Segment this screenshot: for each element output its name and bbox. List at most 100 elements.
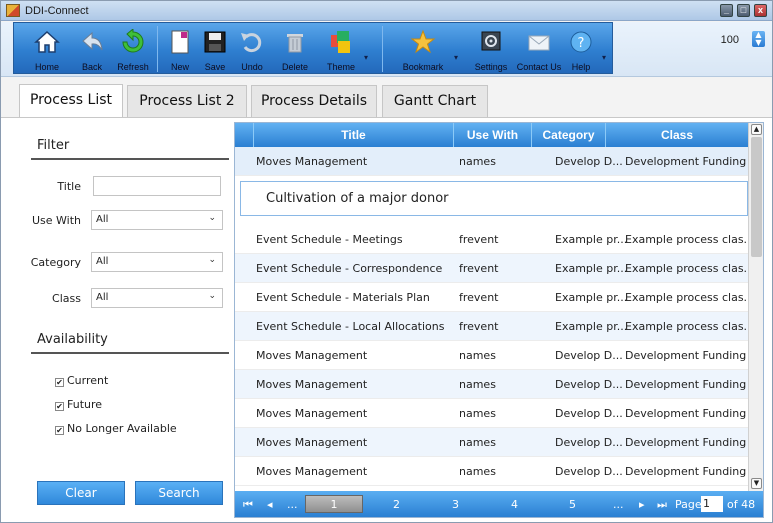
- category-label: Category: [30, 256, 81, 269]
- page-link[interactable]: 4: [511, 498, 518, 511]
- table-row[interactable]: Event Schedule - Local Allocations freven…: [235, 312, 748, 341]
- theme-dropdown-arrow[interactable]: ▾: [364, 53, 368, 62]
- table-cell: Development Funding: [625, 407, 747, 420]
- page-label: Page: [675, 498, 702, 511]
- settings-button[interactable]: Settings: [470, 23, 512, 75]
- filter-heading: Filter: [37, 138, 70, 153]
- delete-button[interactable]: Delete: [278, 23, 312, 75]
- title-bar: DDI-Connect _ □ x: [1, 1, 772, 21]
- first-page-icon[interactable]: ⏮: [243, 498, 253, 512]
- title-input[interactable]: [93, 176, 221, 196]
- table-cell: Develop D...: [555, 378, 623, 391]
- page-link[interactable]: 3: [452, 498, 459, 511]
- help-button[interactable]: ? Help: [568, 23, 594, 75]
- chevron-down-icon: ⌄: [208, 291, 216, 301]
- chevron-down-icon[interactable]: ▼: [755, 38, 761, 47]
- table-cell: Moves Management: [256, 436, 368, 449]
- table-cell: names: [459, 407, 496, 420]
- table-cell: Example process clas...: [625, 291, 747, 304]
- toolbar-separator: [382, 26, 383, 72]
- future-checkbox[interactable]: ✔ Future: [55, 398, 102, 411]
- class-select[interactable]: All ⌄: [91, 288, 223, 308]
- table-cell: Example pr...: [555, 233, 627, 246]
- clear-button[interactable]: Clear: [37, 481, 125, 505]
- close-button[interactable]: x: [754, 4, 767, 17]
- chevron-down-icon: ⌄: [208, 213, 216, 223]
- page-number-input[interactable]: 1: [701, 496, 723, 512]
- contact-us-button[interactable]: Contact Us: [514, 23, 564, 75]
- theme-icon: [331, 31, 350, 53]
- table-cell: Moves Management: [256, 378, 368, 391]
- scroll-thumb[interactable]: [751, 137, 762, 257]
- theme-button[interactable]: Theme: [324, 23, 358, 75]
- category-select[interactable]: All ⌄: [91, 252, 223, 272]
- no-longer-available-checkbox[interactable]: ✔ No Longer Available: [55, 422, 177, 435]
- bookmark-button[interactable]: Bookmark: [399, 23, 447, 75]
- table-row[interactable]: Event Schedule - Correspondence frevent Ex…: [235, 254, 748, 283]
- bookmark-dropdown-arrow[interactable]: ▾: [454, 53, 458, 62]
- table-cell: frevent: [459, 233, 499, 246]
- main-content: Filter Title Use With All ⌄ Category All ⌄…: [1, 117, 772, 522]
- tab-process-list-2[interactable]: Process List 2: [127, 85, 247, 117]
- filter-divider: [31, 158, 229, 160]
- pager: ⏮ ◂ ... 1 2 3 4 5 ... ▸ ⏭ Page 1 of 48: [235, 491, 763, 517]
- page-link[interactable]: 2: [393, 498, 400, 511]
- scroll-up-icon[interactable]: ▲: [751, 124, 762, 135]
- table-row[interactable]: Moves Management names Develop D... Develop…: [235, 457, 748, 486]
- scroll-down-icon[interactable]: ▼: [751, 478, 762, 489]
- chevron-down-icon: ⌄: [208, 255, 216, 265]
- back-button[interactable]: Back: [77, 23, 107, 75]
- use-with-select[interactable]: All ⌄: [91, 210, 223, 230]
- use-with-label: Use With: [31, 214, 81, 227]
- search-button[interactable]: Search: [135, 481, 223, 505]
- undo-button[interactable]: Undo: [238, 23, 266, 75]
- table-cell: Moves Management: [256, 407, 368, 420]
- zoom-stepper[interactable]: ▲ ▼: [752, 31, 765, 47]
- table-cell: Development Funding: [625, 378, 747, 391]
- grid-header: Title Use With Category Class: [235, 123, 748, 147]
- pager-ellipsis-left[interactable]: ...: [287, 498, 298, 511]
- table-row[interactable]: Event Schedule - Meetings frevent Example …: [235, 225, 748, 254]
- back-arrow-icon: [82, 31, 103, 51]
- page-link[interactable]: 5: [569, 498, 576, 511]
- last-page-icon[interactable]: ⏭: [657, 498, 667, 512]
- minimize-button[interactable]: _: [720, 4, 733, 17]
- next-page-icon[interactable]: ▸: [639, 498, 645, 511]
- new-button[interactable]: New: [167, 23, 193, 75]
- table-cell: Example pr...: [555, 262, 627, 275]
- tab-process-details[interactable]: Process Details: [251, 85, 377, 117]
- table-cell: frevent: [459, 320, 499, 333]
- availability-divider: [31, 352, 229, 354]
- help-dropdown-arrow[interactable]: ▾: [602, 53, 606, 62]
- page-link-current[interactable]: 1: [305, 495, 363, 513]
- zoom-value[interactable]: 100: [719, 34, 739, 46]
- table-row[interactable]: Moves Management names Develop D... Develop…: [235, 341, 748, 370]
- column-header-use-with[interactable]: Use With: [453, 123, 531, 147]
- column-header-title[interactable]: Title: [253, 123, 453, 147]
- pager-ellipsis-right[interactable]: ...: [613, 498, 624, 511]
- app-window: DDI-Connect _ □ x Home Back Refresh New …: [0, 0, 773, 523]
- current-checkbox[interactable]: ✔ Current: [55, 374, 108, 387]
- column-header-class[interactable]: Class: [605, 123, 748, 147]
- table-row[interactable]: Moves Management names Develop D... Develop…: [235, 370, 748, 399]
- maximize-button[interactable]: □: [737, 4, 750, 17]
- table-row[interactable]: Moves Management names Develop D... Develop…: [235, 399, 748, 428]
- table-row[interactable]: Event Schedule - Materials Plan frevent Ex…: [235, 283, 748, 312]
- table-cell: Develop D...: [555, 465, 623, 478]
- table-row[interactable]: Moves Management names Develop D... Develop…: [235, 428, 748, 457]
- tab-process-list[interactable]: Process List: [19, 84, 123, 118]
- table-cell: Development Funding: [625, 349, 747, 362]
- vertical-scrollbar[interactable]: ▲ ▼: [748, 123, 763, 491]
- table-row[interactable]: Moves Management names Develop D... Deve…: [235, 147, 748, 176]
- refresh-button[interactable]: Refresh: [114, 23, 152, 75]
- table-cell: Develop D...: [555, 407, 623, 420]
- home-button[interactable]: Home: [30, 23, 64, 75]
- column-header-category[interactable]: Category: [531, 123, 605, 147]
- previous-page-icon[interactable]: ◂: [267, 498, 273, 511]
- tab-gantt-chart[interactable]: Gantt Chart: [382, 85, 488, 117]
- table-cell: Moves Management: [256, 465, 368, 478]
- save-button[interactable]: Save: [200, 23, 230, 75]
- table-cell: Event Schedule - Correspondence: [256, 262, 443, 275]
- trash-icon: [287, 34, 303, 53]
- checkmark-icon: ✔: [55, 402, 64, 411]
